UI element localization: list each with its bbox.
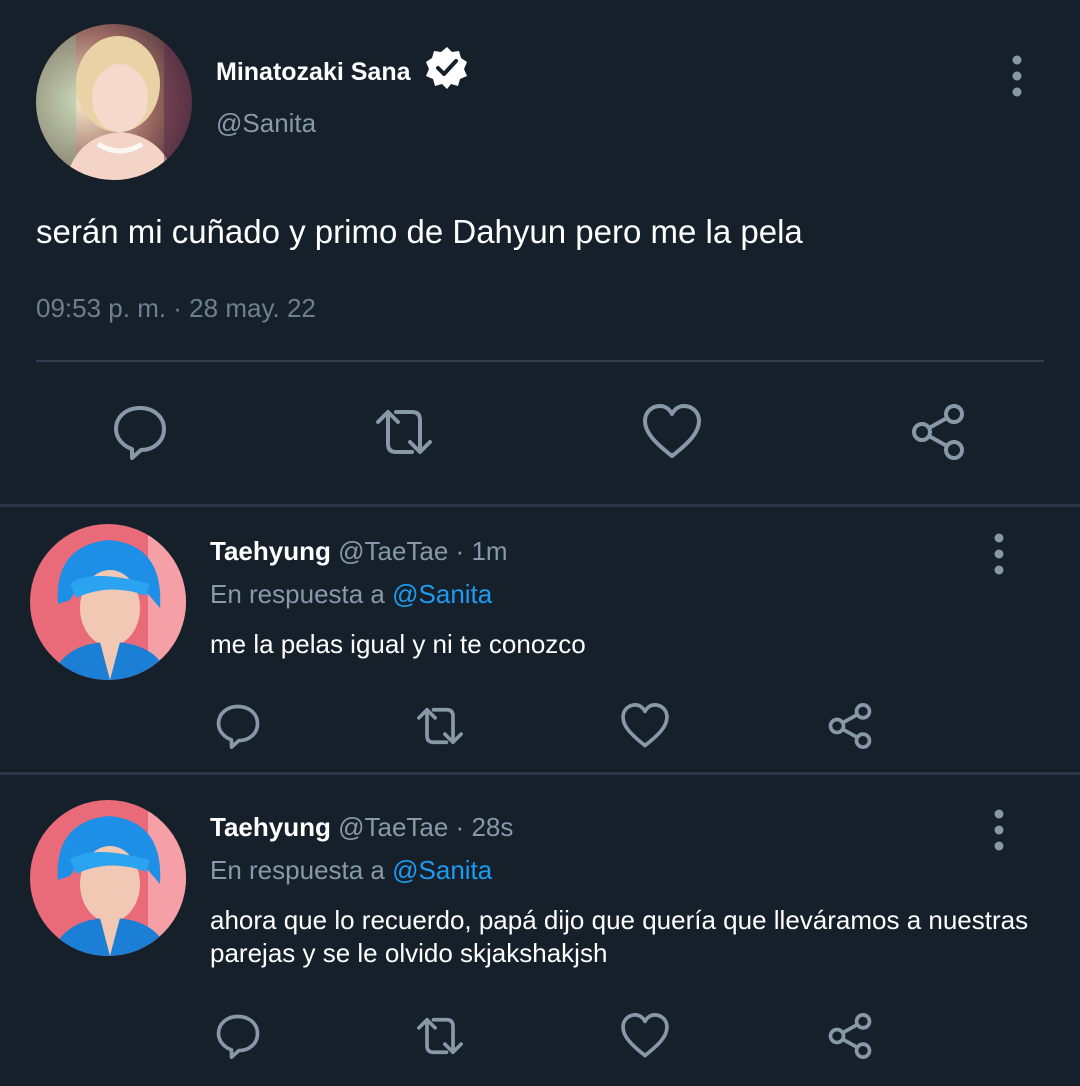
reply-separator: · xyxy=(448,536,472,566)
reply-handle[interactable]: @TaeTae xyxy=(338,812,448,842)
like-icon[interactable] xyxy=(640,400,704,464)
like-icon[interactable] xyxy=(619,700,671,752)
tweet-timestamp[interactable]: 09:53 p. m. · 28 may. 22 xyxy=(36,290,316,326)
divider xyxy=(36,360,1044,362)
retweet-icon[interactable] xyxy=(414,700,466,752)
section-divider xyxy=(0,504,1080,507)
retweet-icon[interactable] xyxy=(414,1010,466,1062)
mention-link[interactable]: @Sanita xyxy=(392,579,492,609)
share-icon[interactable] xyxy=(824,700,876,752)
author-handle[interactable]: @Sanita xyxy=(216,106,316,140)
reply-context: En respuesta a @Sanita xyxy=(210,577,492,611)
more-options-icon[interactable] xyxy=(986,532,1012,576)
reply-text: me la pelas igual y ni te conozco xyxy=(210,629,586,659)
reply-separator: · xyxy=(448,812,472,842)
reply-header: Taehyung @TaeTae · 1m xyxy=(210,534,508,568)
author-avatar[interactable] xyxy=(36,24,192,180)
reply-context-label: En respuesta a xyxy=(210,579,385,609)
reply-text: ahora que lo recuerdo, papá dijo que que… xyxy=(210,905,1029,968)
reply-context-label: En respuesta a xyxy=(210,855,385,885)
reply-icon[interactable] xyxy=(108,400,172,464)
section-divider xyxy=(0,772,1080,775)
reply-context: En respuesta a @Sanita xyxy=(210,853,492,887)
reply-avatar[interactable] xyxy=(30,800,186,956)
more-options-icon[interactable] xyxy=(1004,54,1030,98)
reply-handle[interactable]: @TaeTae xyxy=(338,536,448,566)
verified-badge-icon xyxy=(424,44,470,90)
share-icon[interactable] xyxy=(824,1010,876,1062)
more-options-icon[interactable] xyxy=(986,808,1012,852)
like-icon[interactable] xyxy=(619,1010,671,1062)
mention-link[interactable]: @Sanita xyxy=(392,855,492,885)
share-icon[interactable] xyxy=(906,400,970,464)
reply-author-name[interactable]: Taehyung xyxy=(210,536,331,566)
reply-icon[interactable] xyxy=(212,700,264,752)
reply-author-name[interactable]: Taehyung xyxy=(210,812,331,842)
reply-time[interactable]: 1m xyxy=(471,536,507,566)
author-name[interactable]: Minatozaki Sana xyxy=(216,56,411,88)
tweet-text: serán mi cuñado y primo de Dahyun pero m… xyxy=(36,213,803,250)
retweet-icon[interactable] xyxy=(372,400,436,464)
reply-icon[interactable] xyxy=(212,1010,264,1062)
reply-time[interactable]: 28s xyxy=(471,812,513,842)
reply-avatar[interactable] xyxy=(30,524,186,680)
reply-header: Taehyung @TaeTae · 28s xyxy=(210,810,513,844)
